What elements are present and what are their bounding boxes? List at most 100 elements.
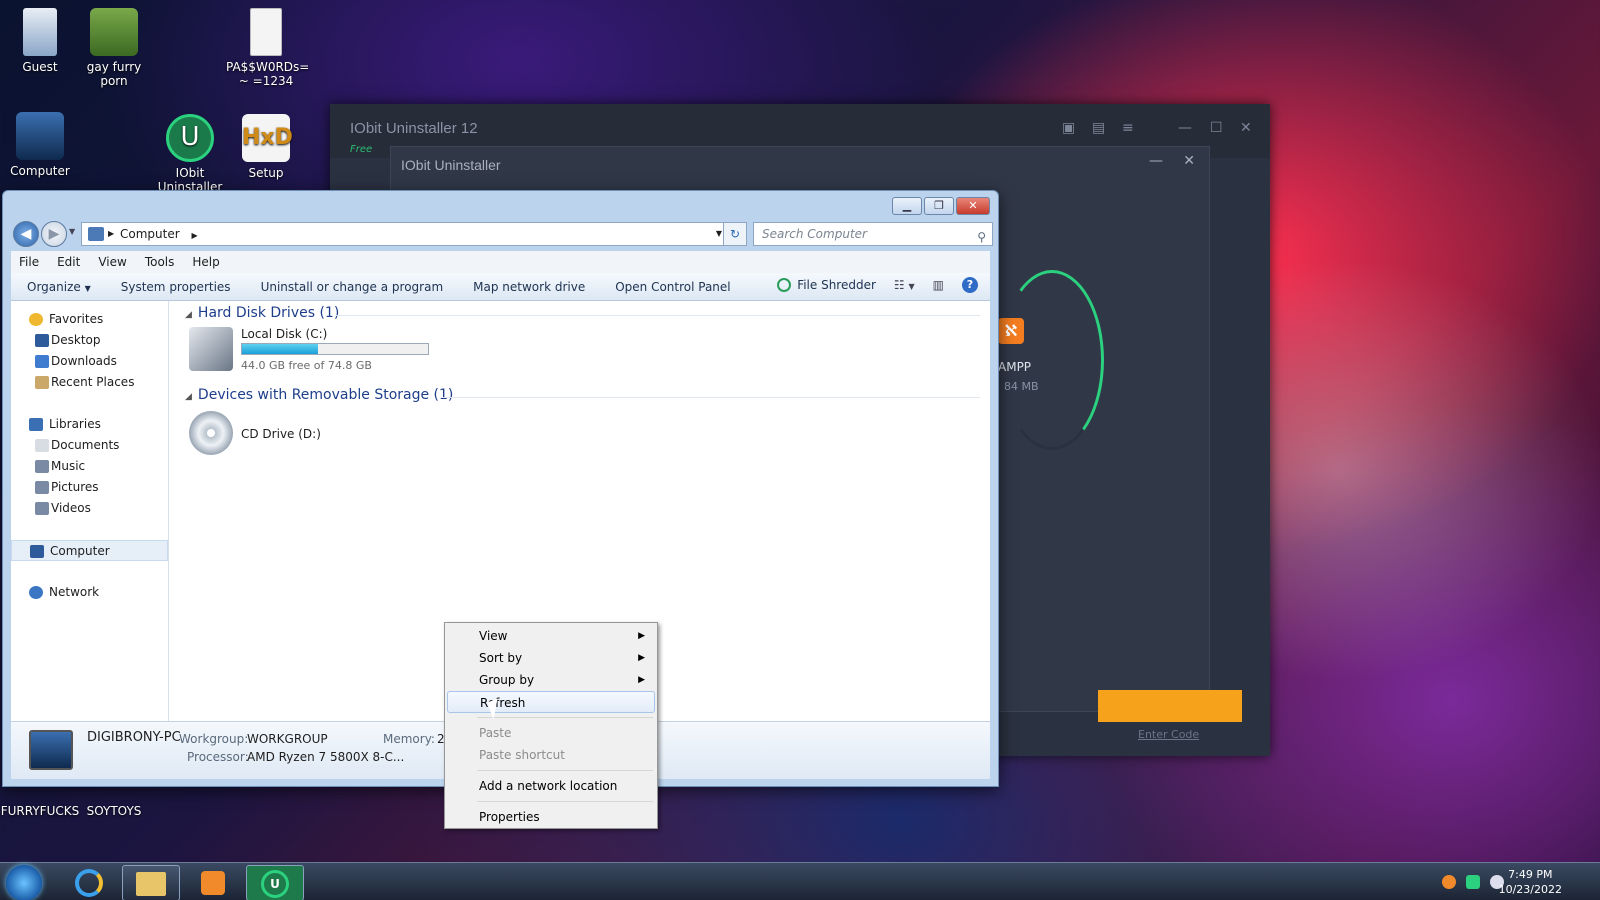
libraries-icon: [29, 418, 43, 431]
search-tray-icon[interactable]: [1442, 875, 1456, 889]
collapse-icon[interactable]: ◢: [185, 310, 192, 320]
box-app-icon: [90, 8, 138, 56]
context-item-refresh[interactable]: Refresh: [447, 691, 655, 713]
recent-places-icon: [35, 376, 49, 389]
menu-separator: [477, 717, 653, 718]
nav-videos[interactable]: Videos: [11, 498, 168, 519]
hard-disk-icon: [189, 327, 233, 371]
processor-value: AMD Ryzen 7 5800X 8-C...: [247, 750, 405, 764]
nav-network[interactable]: Network: [11, 582, 168, 603]
open-control-panel-button[interactable]: Open Control Panel: [615, 280, 730, 294]
map-network-drive-button[interactable]: Map network drive: [473, 280, 585, 294]
back-button[interactable]: ◀: [13, 221, 39, 247]
uninstall-button[interactable]: Uninstall or change a program: [261, 280, 444, 294]
close-button[interactable]: ✕: [956, 197, 990, 215]
refresh-icon[interactable]: ↻: [723, 222, 747, 246]
group-header-removable-storage[interactable]: ◢ Devices with Removable Storage (1): [185, 387, 453, 403]
collapse-icon[interactable]: ◢: [185, 392, 192, 402]
search-icon[interactable]: ⚲: [977, 226, 986, 248]
menu-file[interactable]: File: [19, 251, 39, 273]
workgroup-label: Workgroup:: [179, 732, 249, 746]
clock[interactable]: 7:49 PM 10/23/2022: [1499, 867, 1562, 897]
taskbar-media-player[interactable]: [184, 865, 242, 900]
usage-fill: [242, 344, 319, 354]
taskbar-iobit-uninstaller[interactable]: U: [246, 865, 304, 900]
forward-button[interactable]: ▶: [41, 221, 67, 247]
command-bar-right: File Shredder ☷ ▼ ▥ ?: [777, 277, 978, 293]
star-icon: [29, 313, 43, 326]
preview-pane-icon[interactable]: ▥: [933, 278, 944, 292]
user-folder-icon: [23, 8, 57, 56]
menu-tools[interactable]: Tools: [145, 251, 175, 273]
shredder-icon: [777, 278, 792, 293]
nav-downloads[interactable]: Downloads: [11, 351, 168, 372]
context-item-add-network-location[interactable]: Add a network location: [447, 775, 655, 797]
menu-bar: File Edit View Tools Help: [11, 251, 990, 273]
gift-icon[interactable]: ▣: [1062, 120, 1075, 136]
context-item-properties[interactable]: Properties: [447, 806, 655, 828]
address-bar[interactable]: ▶ Computer ▶ ▼: [81, 222, 731, 246]
maximize-icon[interactable]: ☐: [1210, 120, 1223, 136]
computer-icon: [16, 112, 64, 160]
menu-view[interactable]: View: [98, 251, 126, 273]
nav-pictures[interactable]: Pictures: [11, 477, 168, 498]
drive-d-name: CD Drive (D:): [241, 427, 321, 441]
desktop-icon-setup[interactable]: HxD Setup: [226, 114, 306, 180]
recent-pages-dropdown-icon[interactable]: ▼: [69, 227, 75, 236]
iobit-action-button[interactable]: [1098, 690, 1242, 722]
context-item-sort-by[interactable]: Sort by ▶: [447, 647, 655, 669]
menu-help[interactable]: Help: [192, 251, 219, 273]
desktop-icon-furryfucks[interactable]: FURRYFUCKS: [0, 804, 80, 818]
desktop-icon: [35, 334, 49, 347]
context-menu: View ▶ Sort by ▶ Group by ▶ Refresh Paste P…: [444, 622, 658, 829]
taskbar-file-explorer[interactable]: [122, 865, 180, 900]
maximize-button[interactable]: ❐: [924, 197, 954, 215]
desktop-icon-box[interactable]: gay furry porn: [74, 8, 154, 88]
context-item-paste[interactable]: Paste: [447, 722, 655, 744]
dialog-close-icon[interactable]: ✕: [1183, 153, 1195, 169]
context-item-group-by[interactable]: Group by ▶: [447, 669, 655, 691]
breadcrumb-arrow-icon[interactable]: ▶: [108, 223, 114, 245]
minimize-button[interactable]: ▁: [892, 197, 922, 215]
nav-documents[interactable]: Documents: [11, 435, 168, 456]
dialog-minimize-icon[interactable]: —: [1149, 153, 1163, 169]
system-properties-button[interactable]: System properties: [121, 280, 231, 294]
menu-edit[interactable]: Edit: [57, 251, 80, 273]
internet-explorer-icon: [75, 869, 103, 897]
desktop-icon-soytoys[interactable]: SOYTOYS: [74, 804, 154, 818]
breadcrumb-computer[interactable]: Computer: [120, 227, 180, 241]
group-header-hard-disk-drives[interactable]: ◢ Hard Disk Drives (1): [185, 305, 339, 321]
breadcrumb-arrow-icon[interactable]: ▶: [191, 231, 197, 240]
desktop-icon-computer[interactable]: Computer: [0, 112, 80, 178]
menu-icon[interactable]: ≡: [1122, 120, 1134, 136]
nav-libraries[interactable]: Libraries: [11, 414, 168, 435]
chevron-down-icon: ▼: [84, 283, 91, 293]
help-icon[interactable]: ?: [962, 277, 978, 293]
address-dropdown-icon[interactable]: ▼: [716, 223, 722, 245]
toolbox-icon[interactable]: ▤: [1092, 120, 1105, 136]
file-shredder-button[interactable]: File Shredder: [777, 278, 876, 293]
organize-button[interactable]: Organize ▼: [27, 280, 91, 294]
dvd-drive-icon: [189, 411, 233, 455]
start-button[interactable]: [6, 865, 42, 900]
nav-desktop[interactable]: Desktop: [11, 330, 168, 351]
enter-code-link[interactable]: Enter Code: [1138, 728, 1199, 741]
search-input[interactable]: Search Computer ⚲: [753, 222, 993, 246]
group-divider: [335, 315, 980, 316]
change-view-icon[interactable]: ☷ ▼: [894, 278, 915, 292]
taskbar-internet-explorer[interactable]: [60, 865, 118, 900]
drive-c-name: Local Disk (C:): [241, 327, 328, 341]
context-item-view[interactable]: View ▶: [447, 625, 655, 647]
context-item-paste-shortcut[interactable]: Paste shortcut: [447, 744, 655, 766]
nav-favorites[interactable]: Favorites: [11, 309, 168, 330]
network-tray-icon[interactable]: [1466, 875, 1480, 889]
nav-recent-places[interactable]: Recent Places: [11, 372, 168, 393]
nav-music[interactable]: Music: [11, 456, 168, 477]
computer-icon: [29, 730, 73, 770]
minimize-icon[interactable]: —: [1178, 120, 1192, 136]
desktop-icon-guest[interactable]: Guest: [0, 8, 80, 74]
desktop-icon-iobit[interactable]: U IObit Uninstaller: [150, 114, 230, 196]
close-icon[interactable]: ✕: [1240, 120, 1252, 136]
desktop-icon-passwords-file[interactable]: PA$$W0RDs= ~ =1234: [226, 8, 309, 88]
nav-computer[interactable]: Computer: [11, 540, 168, 561]
